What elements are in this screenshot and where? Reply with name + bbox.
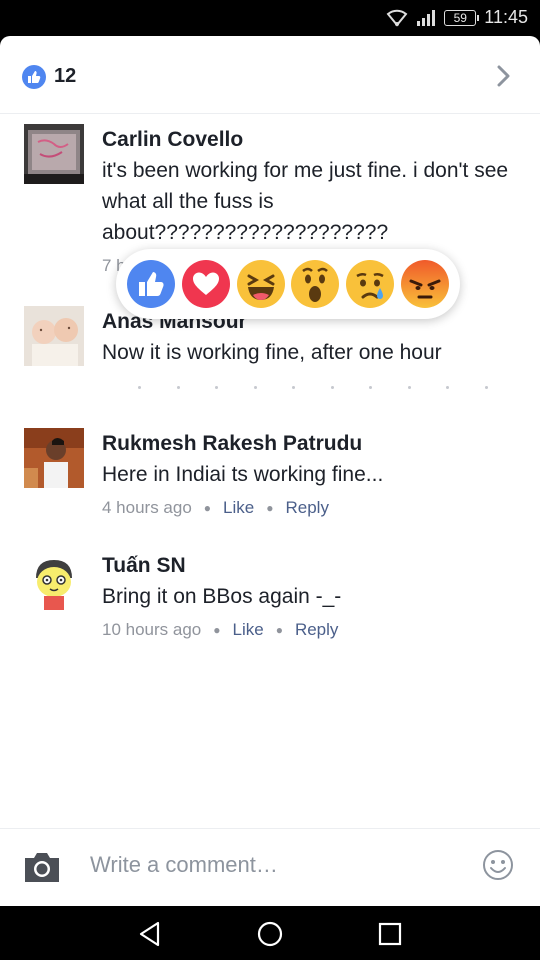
comment-meta: 4 hours ago ● Like ● Reply xyxy=(102,498,329,518)
avatar[interactable] xyxy=(24,428,84,488)
haha-reaction-icon[interactable] xyxy=(236,260,285,308)
commenter-name[interactable]: Rukmesh Rakesh Patrudu xyxy=(102,432,362,456)
like-count: 12 xyxy=(54,65,77,87)
smiley-icon[interactable] xyxy=(482,849,514,881)
commenter-name[interactable]: Tuấn SN xyxy=(102,554,186,578)
love-reaction-icon[interactable] xyxy=(181,260,230,308)
avatar[interactable] xyxy=(24,124,84,184)
comment-text: Now it is working fine, after one hour xyxy=(102,341,442,364)
comment-text: Bring it on BBos again -_- xyxy=(102,585,342,608)
navigation-bar xyxy=(0,906,540,960)
comment-meta: 10 hours ago ● Like ● Reply xyxy=(102,620,338,640)
reply-button[interactable]: Reply xyxy=(295,620,338,640)
like-badge-icon xyxy=(22,65,46,89)
comment-input[interactable]: Write a comment… xyxy=(90,852,278,878)
wow-reaction-icon[interactable] xyxy=(291,260,340,308)
reactions-header[interactable]: 12 xyxy=(0,36,540,114)
loading-dots xyxy=(138,386,488,389)
battery-indicator: 59 xyxy=(444,9,480,26)
status-bar: 59 11:45 xyxy=(0,0,540,36)
recents-icon[interactable] xyxy=(376,920,404,948)
home-icon[interactable] xyxy=(256,920,284,948)
separator-dot: ● xyxy=(275,623,283,637)
commenter-name[interactable]: Carlin Covello xyxy=(102,128,243,152)
comment-composer: Write a comment… xyxy=(0,828,540,906)
chevron-right-icon[interactable] xyxy=(490,62,518,90)
comments-sheet: 12 Carlin Covello it's been working for … xyxy=(0,36,540,906)
like-button[interactable]: Like xyxy=(223,498,254,518)
comment-text: Here in Indiai ts working fine... xyxy=(102,463,384,486)
comment-time: 10 hours ago xyxy=(102,620,202,639)
like-button[interactable]: Like xyxy=(233,620,264,640)
angry-reaction-icon[interactable] xyxy=(400,260,449,308)
clock: 11:45 xyxy=(484,7,528,27)
sad-reaction-icon[interactable] xyxy=(345,260,394,308)
avatar[interactable] xyxy=(24,306,84,366)
back-icon[interactable] xyxy=(136,920,164,948)
reaction-tray xyxy=(116,249,460,319)
reply-button[interactable]: Reply xyxy=(285,498,328,518)
comment-text: it's been working for me just fine. i do… xyxy=(102,159,509,244)
signal-icon xyxy=(417,9,436,26)
separator-dot: ● xyxy=(266,501,274,515)
camera-icon[interactable] xyxy=(22,849,62,885)
comment-time: 4 hours ago xyxy=(102,498,192,517)
avatar[interactable] xyxy=(24,550,84,610)
separator-dot: ● xyxy=(203,501,212,515)
wifi-icon xyxy=(386,9,408,27)
separator-dot: ● xyxy=(213,623,221,637)
like-reaction-icon[interactable] xyxy=(127,260,176,308)
